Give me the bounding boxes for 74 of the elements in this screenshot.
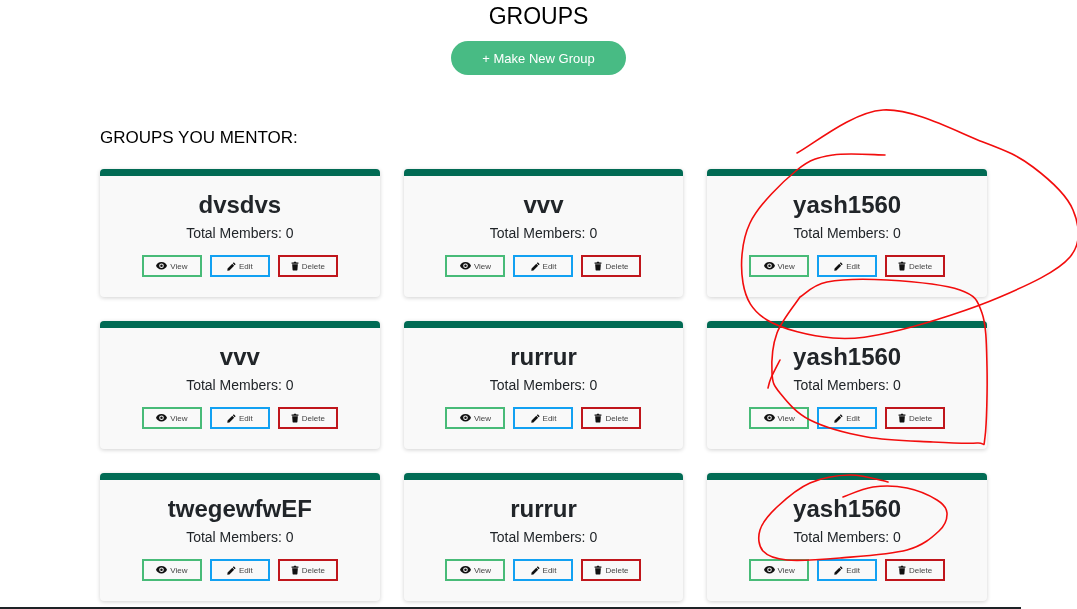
trash-icon [898,261,907,271]
trash-icon [290,413,299,423]
card-title: vvv [523,190,564,219]
eye-icon [763,262,775,270]
member-count: Total Members: 0 [489,225,598,242]
pencil-icon [226,261,236,271]
edit-button[interactable]: Edit [513,559,574,581]
trash-icon [898,413,907,423]
delete-button[interactable]: Delete [277,559,338,581]
eye-icon [459,262,471,270]
pencil-icon [530,261,540,271]
trash-icon [594,261,603,271]
delete-button[interactable]: Delete [277,255,338,277]
delete-button[interactable]: Delete [581,559,642,581]
pencil-icon [226,565,236,575]
card-title: vvv [219,342,260,371]
edit-button[interactable]: Edit [817,559,878,581]
edit-button[interactable]: Edit [513,407,574,429]
pencil-icon [226,413,236,423]
edit-button[interactable]: Edit [817,407,878,429]
pencil-icon [834,413,844,423]
card-title: twegewfwEF [167,494,312,523]
view-button[interactable]: View [749,407,810,429]
member-count: Total Members: 0 [186,225,294,242]
eye-icon [459,566,471,574]
trash-icon [594,565,603,575]
delete-button[interactable]: Delete [277,407,338,429]
eye-icon [156,414,168,422]
member-count: Total Members: 0 [186,529,294,546]
pencil-icon [530,413,540,423]
delete-button[interactable]: Delete [581,407,642,429]
view-button[interactable]: View [749,559,810,581]
trash-icon [290,261,299,271]
member-count: Total Members: 0 [793,529,901,546]
pencil-icon [834,565,844,575]
card-title: yash1560 [793,190,902,219]
trash-icon [898,565,907,575]
eye-icon [156,262,168,270]
eye-icon [459,414,471,422]
eye-icon [763,566,775,574]
page-title: GROUPS [488,2,589,30]
edit-button[interactable]: Edit [817,255,878,277]
edit-button[interactable]: Edit [513,255,574,277]
member-count: Total Members: 0 [489,377,598,394]
card-title: rurrur [510,342,577,371]
view-button[interactable]: View [141,255,202,277]
member-count: Total Members: 0 [793,377,901,394]
pencil-icon [530,565,540,575]
trash-icon [594,413,603,423]
trash-icon [290,565,299,575]
card-title: yash1560 [793,494,902,523]
delete-button[interactable]: Delete [885,407,946,429]
edit-button[interactable]: Edit [209,559,270,581]
card-title: yash1560 [793,342,902,371]
member-count: Total Members: 0 [489,529,598,546]
card-title: rurrur [510,494,577,523]
eye-icon [763,414,775,422]
member-count: Total Members: 0 [186,377,294,394]
edit-button[interactable]: Edit [209,407,270,429]
pencil-icon [834,261,844,271]
section-heading: GROUPS YOU MENTOR: [100,128,298,148]
member-count: Total Members: 0 [793,225,901,242]
view-button[interactable]: View [445,255,506,277]
view-button[interactable]: View [445,559,506,581]
view-button[interactable]: View [141,407,202,429]
edit-button[interactable]: Edit [209,255,270,277]
eye-icon [156,566,168,574]
delete-button[interactable]: Delete [885,255,946,277]
delete-button[interactable]: Delete [885,559,946,581]
card-title: dvsdvs [198,190,282,219]
view-button[interactable]: View [749,255,810,277]
delete-button[interactable]: Delete [581,255,642,277]
view-button[interactable]: View [445,407,506,429]
view-button[interactable]: View [141,559,202,581]
